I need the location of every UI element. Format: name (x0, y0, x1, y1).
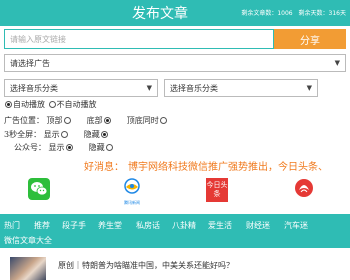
remaining-articles: 剩余文章数：1006 (241, 10, 293, 17)
news-prefix: 好消息： (84, 162, 124, 173)
platform-icons: 腾讯新闻 今日头条 (0, 178, 350, 212)
tab-wechat-articles[interactable]: 微信文章大全 (4, 235, 52, 246)
ad-position-top-radio[interactable] (63, 117, 71, 124)
chevron-down-icon: ▼ (334, 59, 340, 67)
ad-position-options: 广告位置： 顶部 底部 顶底同时 (4, 115, 168, 126)
autoplay-label: 自动播放 (13, 100, 45, 109)
music-category-select-1[interactable]: 选择音乐分类 ▼ (4, 79, 158, 97)
account-stats: 剩余文章数：1006 剩余天数：316天 (237, 8, 346, 17)
tab-life[interactable]: 爱生活 (208, 220, 232, 231)
music-select-2-value: 选择音乐分类 (170, 83, 218, 93)
tab-hot[interactable]: 热门 (4, 220, 20, 231)
tab-jokes[interactable]: 段子手 (62, 220, 86, 231)
official-account-show-radio[interactable] (65, 144, 73, 151)
ad-position-both-radio[interactable] (159, 117, 167, 124)
toutiao-label: 今日头条 (206, 181, 228, 198)
tab-finance[interactable]: 财经迷 (246, 220, 270, 231)
phoenix-icon[interactable] (293, 178, 315, 202)
official-account-hide-label: 隐藏 (88, 143, 105, 152)
ad-position-bottom-label: 底部 (86, 116, 103, 125)
fullscreen-show-radio[interactable] (60, 131, 68, 138)
tencent-news-label: 腾讯新闻 (124, 200, 140, 205)
url-row: 分享 (4, 29, 346, 49)
remaining-days: 剩余天数：316天 (298, 10, 346, 17)
no-autoplay-label: 不自动播放 (56, 100, 97, 109)
header-bar: 发布文章 剩余文章数：1006 剩余天数：316天 (0, 0, 350, 26)
fullscreen-label: 3秒全屏： (4, 130, 42, 139)
ad-position-bottom-radio[interactable] (103, 117, 111, 124)
ad-select[interactable]: 请选择广告 ▼ (4, 54, 346, 72)
official-account-hide-radio[interactable] (105, 144, 113, 151)
music-select-1-value: 选择音乐分类 (10, 83, 58, 93)
ad-select-value: 请选择广告 (10, 58, 50, 68)
list-item[interactable]: 原创｜特朗普为啥瞄准中国，中美关系还能好吗？ (0, 255, 350, 280)
toutiao-icon[interactable]: 今日头条 (206, 178, 228, 202)
category-tabs: 热门 推荐 段子手 养生堂 私房话 八卦精 爱生活 财经迷 汽车迷 微信文章大全 (0, 214, 350, 248)
fullscreen-options: 3秒全屏： 显示 隐藏 (4, 129, 109, 140)
chevron-down-icon: ▼ (146, 84, 152, 92)
tab-gossip[interactable]: 八卦精 (172, 220, 196, 231)
official-account-show-label: 显示 (48, 143, 65, 152)
ad-position-top-label: 顶部 (46, 116, 63, 125)
article-thumbnail (10, 257, 46, 280)
fullscreen-hide-label: 隐藏 (83, 130, 100, 139)
chevron-down-icon: ▼ (306, 84, 312, 92)
wechat-icon[interactable] (28, 178, 50, 202)
article-url-input[interactable] (4, 29, 274, 49)
article-title: 原创｜特朗普为啥瞄准中国，中美关系还能好吗？ (58, 261, 234, 270)
ad-position-both-label: 顶底同时 (126, 116, 159, 125)
tab-recommend[interactable]: 推荐 (34, 220, 50, 231)
tab-private-talk[interactable]: 私房话 (136, 220, 160, 231)
fullscreen-show-label: 显示 (43, 130, 60, 139)
autoplay-options: 自动播放 不自动播放 (4, 99, 97, 110)
autoplay-radio[interactable] (5, 101, 12, 108)
ad-position-label: 广告位置： (4, 116, 44, 125)
official-account-label: 公众号： (14, 143, 46, 152)
tencent-news-icon[interactable]: 腾讯新闻 (121, 178, 143, 205)
tab-health[interactable]: 养生堂 (98, 220, 122, 231)
music-category-select-2[interactable]: 选择音乐分类 ▼ (164, 79, 318, 97)
share-button[interactable]: 分享 (274, 29, 346, 49)
no-autoplay-radio[interactable] (48, 101, 56, 108)
news-message: 博宇网络科技微信推广强势推出，今日头条、 (128, 162, 328, 173)
fullscreen-hide-radio[interactable] (100, 131, 108, 138)
tab-auto[interactable]: 汽车迷 (284, 220, 308, 231)
official-account-options: 公众号： 显示 隐藏 (14, 142, 114, 153)
